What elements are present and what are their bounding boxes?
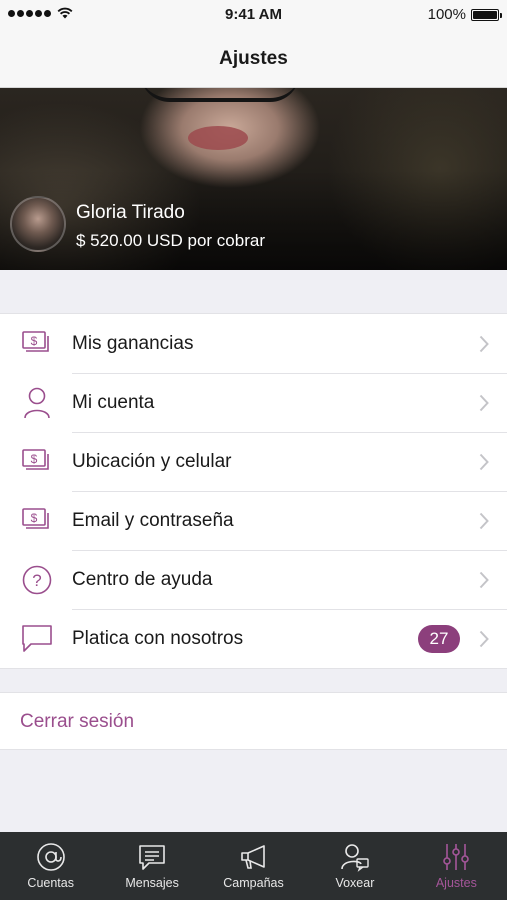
sliders-icon bbox=[443, 844, 470, 870]
chevron-right-icon bbox=[479, 630, 489, 648]
logout-button[interactable]: Cerrar sesión bbox=[0, 692, 507, 750]
profile-balance: $ 520.00 USD por cobrar bbox=[76, 231, 265, 250]
profile-header: Gloria Tirado $ 520.00 USD por cobrar bbox=[0, 88, 507, 270]
unread-badge: 27 bbox=[418, 625, 460, 653]
menu-item-centro-ayuda[interactable]: ? Centro de ayuda bbox=[0, 550, 507, 609]
menu-item-label: Centro de ayuda bbox=[72, 568, 213, 590]
tab-campanas[interactable]: Campañas bbox=[203, 832, 304, 900]
chevron-right-icon bbox=[479, 512, 489, 530]
tab-cuentas[interactable]: Cuentas bbox=[0, 832, 101, 900]
battery-percent: 100% bbox=[427, 6, 466, 23]
menu-item-label: Ubicación y celular bbox=[72, 450, 232, 472]
tab-ajustes[interactable]: Ajustes bbox=[406, 832, 507, 900]
settings-menu: $ Mis ganancias Mi cuenta $ Ubicación y … bbox=[0, 313, 507, 669]
battery-icon bbox=[471, 8, 502, 21]
svg-text:$: $ bbox=[31, 452, 38, 466]
menu-item-mi-cuenta[interactable]: Mi cuenta bbox=[0, 373, 507, 432]
voxear-icon bbox=[341, 844, 369, 872]
money-icon: $ bbox=[21, 505, 53, 537]
tab-label: Cuentas bbox=[27, 876, 74, 890]
tab-label: Mensajes bbox=[125, 876, 179, 890]
megaphone-icon bbox=[240, 845, 265, 869]
user-icon bbox=[21, 387, 53, 419]
chat-icon bbox=[21, 623, 53, 655]
tab-label: Voxear bbox=[335, 876, 375, 890]
logout-label: Cerrar sesión bbox=[20, 711, 135, 732]
menu-item-label: Email y contraseña bbox=[72, 509, 234, 531]
tab-label: Ajustes bbox=[435, 876, 477, 890]
chevron-right-icon bbox=[479, 453, 489, 471]
tab-voxear[interactable]: Voxear bbox=[304, 832, 405, 900]
messages-icon bbox=[139, 845, 165, 870]
cover-photo-detail bbox=[188, 126, 248, 150]
menu-item-mis-ganancias[interactable]: $ Mis ganancias bbox=[0, 314, 507, 373]
help-icon: ? bbox=[21, 564, 53, 596]
menu-item-label: Mi cuenta bbox=[72, 391, 155, 413]
cover-photo bbox=[140, 88, 300, 102]
menu-item-label: Mis ganancias bbox=[72, 332, 194, 354]
menu-item-ubicacion-celular[interactable]: $ Ubicación y celular bbox=[0, 432, 507, 491]
navigation-bar: Ajustes bbox=[0, 30, 507, 88]
chevron-right-icon bbox=[479, 335, 489, 353]
chevron-right-icon bbox=[479, 571, 489, 589]
avatar[interactable] bbox=[10, 196, 66, 252]
page-title: Ajustes bbox=[219, 48, 288, 69]
svg-text:?: ? bbox=[32, 571, 41, 590]
profile-name: Gloria Tirado bbox=[76, 202, 185, 223]
tab-mensajes[interactable]: Mensajes bbox=[101, 832, 202, 900]
menu-item-label: Platica con nosotros bbox=[72, 627, 244, 649]
tab-label: Campañas bbox=[223, 876, 284, 890]
at-icon bbox=[36, 843, 65, 871]
svg-text:$: $ bbox=[31, 511, 38, 525]
chevron-right-icon bbox=[479, 394, 489, 412]
svg-text:$: $ bbox=[31, 334, 38, 348]
money-icon: $ bbox=[21, 446, 53, 478]
status-bar: 9:41 AM 100% bbox=[0, 0, 507, 30]
menu-item-email-contrasena[interactable]: $ Email y contraseña bbox=[0, 491, 507, 550]
money-icon: $ bbox=[21, 328, 53, 360]
menu-item-platica[interactable]: Platica con nosotros 27 bbox=[0, 609, 507, 668]
tab-bar: Cuentas Mensajes Campañas Voxear Ajustes bbox=[0, 832, 507, 900]
